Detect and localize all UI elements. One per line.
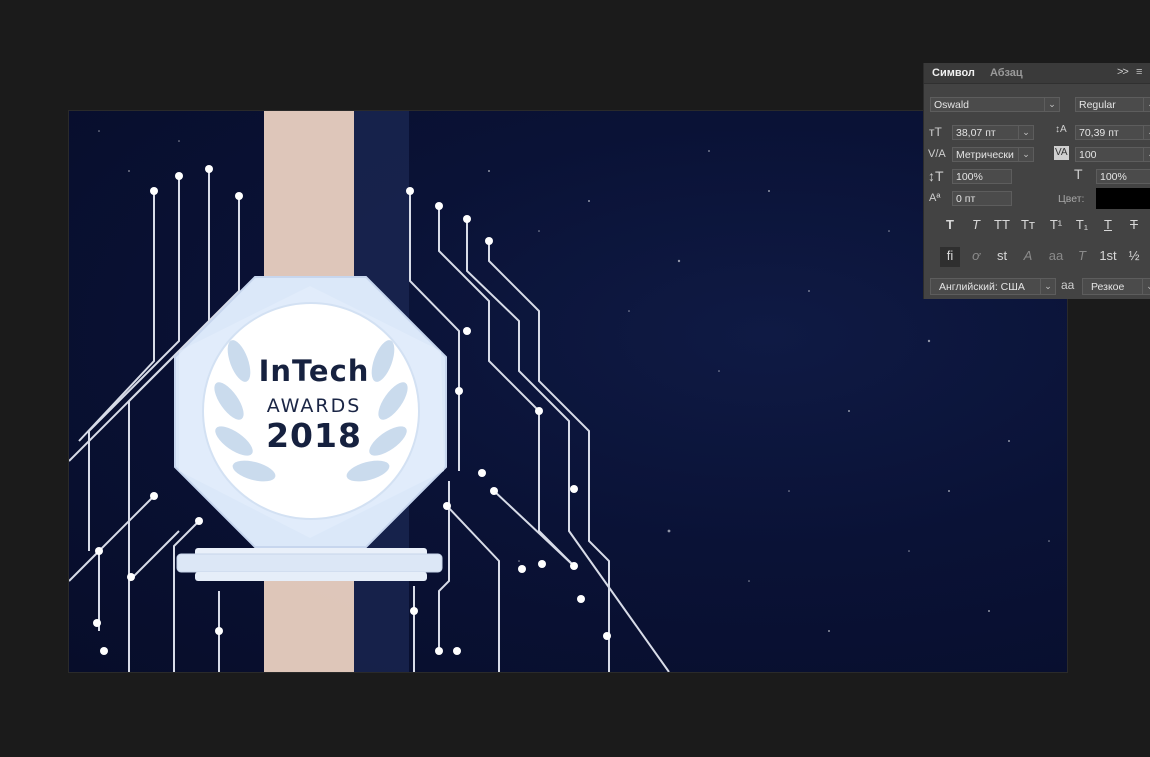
vertical-scale-value: 100% [956, 171, 983, 183]
ordinals-button[interactable]: 1st [1098, 247, 1118, 267]
badge-subtitle: AWARDS [266, 395, 362, 417]
color-swatch[interactable] [1096, 188, 1150, 209]
font-style-select[interactable]: Regular ⌄ [1075, 97, 1150, 112]
fractions-button[interactable]: ½ [1124, 247, 1144, 267]
badge-year: 2018 [266, 416, 362, 455]
tab-paragraph[interactable]: Абзац [990, 67, 1023, 79]
font-size-icon: ᴛT [929, 125, 942, 139]
horizontal-scale-input[interactable]: 100% [1096, 169, 1150, 184]
chevron-down-icon[interactable]: ⌄ [1040, 279, 1055, 294]
leading-icon: ↕A [1055, 124, 1067, 135]
kerning-value: Метрически [956, 149, 1014, 161]
font-style-value: Regular [1079, 99, 1116, 111]
chevron-down-icon[interactable]: ⌄ [1143, 98, 1150, 111]
font-family-value: Oswald [934, 99, 970, 111]
collapse-panel-icon[interactable]: >> [1117, 66, 1129, 78]
panel-menu-icon[interactable]: ≡ [1136, 66, 1142, 78]
stylistic-alternates-button[interactable]: aa [1046, 247, 1066, 267]
all-caps-button[interactable]: TT [992, 216, 1012, 236]
small-caps-button[interactable]: Tт [1018, 216, 1038, 236]
artwork [69, 111, 1050, 672]
chevron-down-icon[interactable]: ⌄ [1143, 126, 1150, 139]
opentype-buttons: fi ơ st A aa T 1st ½ [940, 247, 1150, 267]
color-label: Цвет: [1058, 193, 1085, 205]
kerning-select[interactable]: Метрически ⌄ [952, 147, 1034, 162]
subscript-button[interactable]: T₁ [1072, 216, 1092, 236]
tracking-input[interactable]: 100 ⌄ [1075, 147, 1150, 162]
chevron-down-icon[interactable]: ⌄ [1018, 126, 1033, 139]
antialias-icon: aa [1061, 278, 1075, 292]
titling-alternates-button[interactable]: T [1072, 247, 1092, 267]
panel-tabs: Символ Абзац >> ≡ [924, 63, 1150, 84]
baseline-shift-input[interactable]: 0 пт [952, 191, 1012, 206]
language-value: Английский: США [939, 281, 1025, 293]
vertical-scale-icon: ↕T [928, 168, 944, 184]
horizontal-scale-value: 100% [1100, 171, 1127, 183]
font-size-value: 38,07 пт [956, 127, 996, 139]
leading-value: 70,39 пт [1079, 127, 1119, 139]
tab-character[interactable]: Символ [932, 67, 975, 79]
strikethrough-button[interactable]: T [1124, 216, 1144, 236]
faux-bold-button[interactable]: T [940, 216, 960, 236]
chevron-down-icon[interactable]: ⌄ [1142, 279, 1150, 294]
ligatures-button[interactable]: fi [940, 247, 960, 267]
underline-button[interactable]: T [1098, 216, 1118, 236]
horizontal-scale-icon: T [1074, 166, 1083, 182]
language-select[interactable]: Английский: США ⌄ [930, 278, 1056, 295]
faux-italic-button[interactable]: T [966, 216, 986, 236]
discretionary-ligatures-button[interactable]: st [992, 247, 1012, 267]
chevron-down-icon[interactable]: ⌄ [1143, 148, 1150, 161]
chevron-down-icon[interactable]: ⌄ [1044, 98, 1059, 111]
tracking-value: 100 [1079, 149, 1097, 161]
old-style-button[interactable]: ơ [966, 247, 986, 267]
font-family-select[interactable]: Oswald ⌄ [930, 97, 1060, 112]
leading-input[interactable]: 70,39 пт ⌄ [1075, 125, 1150, 140]
vertical-scale-input[interactable]: 100% [952, 169, 1012, 184]
badge-title: InTech [258, 354, 370, 388]
character-panel: Символ Абзац >> ≡ Oswald ⌄ Regular ⌄ ᴛT … [924, 63, 1150, 299]
chevron-down-icon[interactable]: ⌄ [1018, 148, 1033, 161]
antialias-select[interactable]: Резкое ⌄ [1082, 278, 1150, 295]
superscript-button[interactable]: T¹ [1046, 216, 1066, 236]
baseline-shift-value: 0 пт [956, 193, 976, 205]
document-canvas[interactable]: InTech AWARDS 2018 [69, 111, 1067, 672]
tracking-icon: VA [1054, 146, 1069, 160]
antialias-value: Резкое [1091, 281, 1125, 293]
kerning-icon: V/A [928, 148, 946, 160]
swash-button[interactable]: A [1018, 247, 1038, 267]
font-size-input[interactable]: 38,07 пт ⌄ [952, 125, 1034, 140]
baseline-shift-icon: Aª [929, 192, 941, 204]
style-buttons: T T TT Tт T¹ T₁ T T [940, 216, 1150, 236]
